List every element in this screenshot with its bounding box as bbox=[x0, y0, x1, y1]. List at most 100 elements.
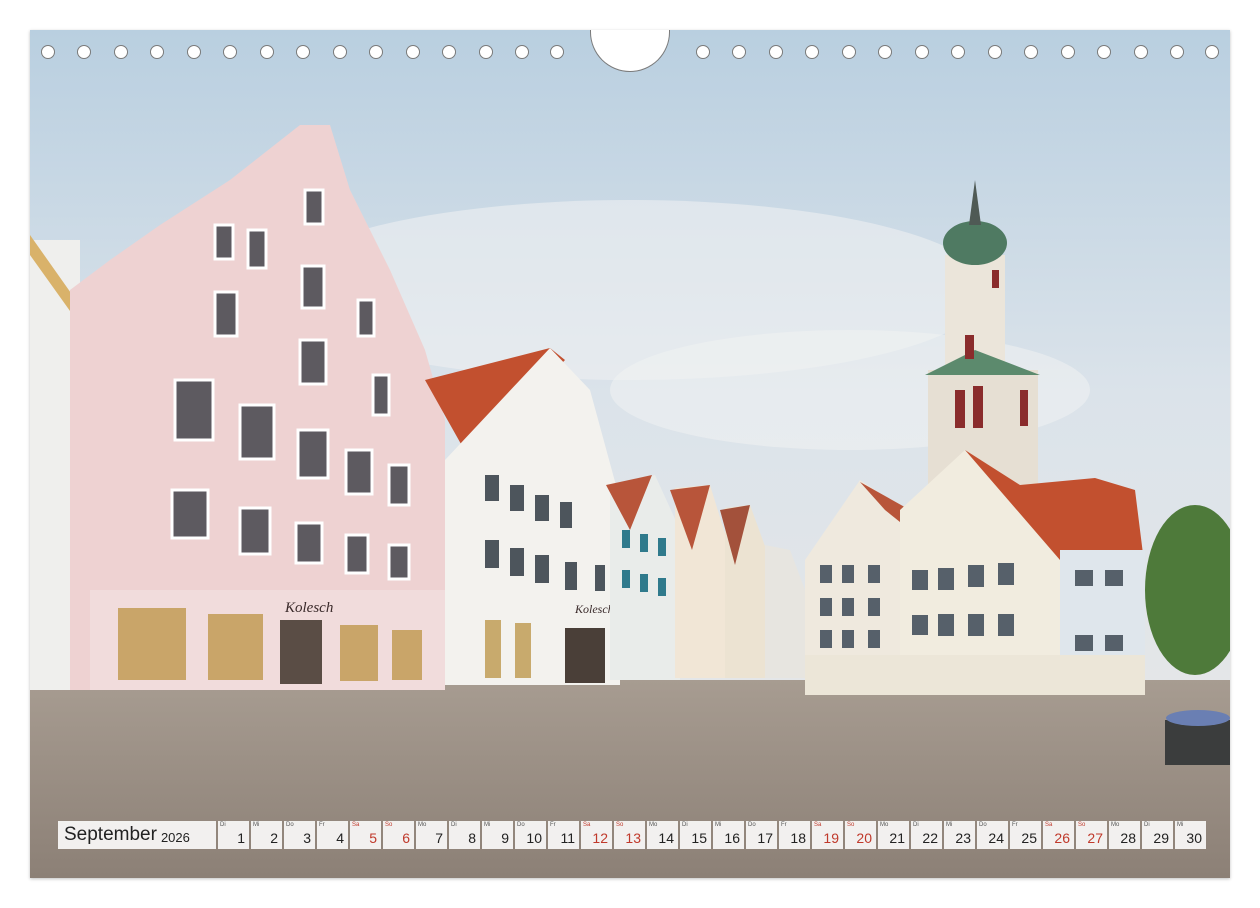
weekday-label: So bbox=[1078, 822, 1086, 828]
day-cell: Di 22 bbox=[911, 821, 942, 849]
day-number: 20 bbox=[856, 830, 872, 846]
day-cell: Fr 25 bbox=[1010, 821, 1041, 849]
weekday-label: Sa bbox=[814, 822, 822, 828]
weekday-label: Mo bbox=[418, 822, 427, 828]
day-cell: Di 8 bbox=[449, 821, 480, 849]
binding-hole bbox=[296, 45, 310, 59]
day-number: 12 bbox=[592, 830, 608, 846]
day-cell: Sa 26 bbox=[1043, 821, 1074, 849]
weekday-label: Mi bbox=[715, 822, 722, 828]
binding-hole bbox=[769, 45, 783, 59]
binding-hole bbox=[878, 45, 892, 59]
day-number: 16 bbox=[724, 830, 740, 846]
binding-hole bbox=[988, 45, 1002, 59]
weekday-label: Di bbox=[913, 822, 919, 828]
day-cell: Mo 28 bbox=[1109, 821, 1140, 849]
calendar-photo: Kolesch Kolesch bbox=[30, 30, 1230, 878]
day-cell: Do 17 bbox=[746, 821, 777, 849]
binding-hole bbox=[260, 45, 274, 59]
day-cell: Mi 30 bbox=[1175, 821, 1206, 849]
month-name: September bbox=[64, 824, 157, 845]
day-cell: Do 24 bbox=[977, 821, 1008, 849]
tower-green-dome bbox=[943, 221, 1007, 265]
weekday-label: Sa bbox=[583, 822, 591, 828]
month-year: 2026 bbox=[160, 829, 190, 845]
weekday-label: Mo bbox=[880, 822, 889, 828]
weekday-label: Sa bbox=[352, 822, 360, 828]
day-number: 5 bbox=[369, 830, 377, 846]
day-number: 30 bbox=[1186, 830, 1202, 846]
weekday-label: Fr bbox=[319, 822, 325, 828]
day-cell: So 27 bbox=[1076, 821, 1107, 849]
binding-hole bbox=[951, 45, 965, 59]
day-number: 29 bbox=[1153, 830, 1169, 846]
spiral-binding-holes bbox=[30, 30, 1230, 76]
binding-hole bbox=[1024, 45, 1038, 59]
shop-sign: Kolesch bbox=[574, 602, 614, 616]
day-cell: Sa 5 bbox=[350, 821, 381, 849]
binding-hole bbox=[77, 45, 91, 59]
day-number: 27 bbox=[1087, 830, 1103, 846]
weekday-label: So bbox=[847, 822, 855, 828]
binding-hole bbox=[41, 45, 55, 59]
day-number: 1 bbox=[237, 830, 245, 846]
binding-hole bbox=[1097, 45, 1111, 59]
day-cells: Di 1 Mi 2 Do 3 Fr 4 Sa 5 So 6 Mo 7 Di 8 Mi 9 Do 10 Fr 11 Sa 12 S… bbox=[218, 821, 1206, 849]
day-cell: Sa 12 bbox=[581, 821, 612, 849]
day-cell: So 6 bbox=[383, 821, 414, 849]
binding-hole bbox=[150, 45, 164, 59]
day-cell: Di 29 bbox=[1142, 821, 1173, 849]
day-cell: Di 15 bbox=[680, 821, 711, 849]
day-number: 25 bbox=[1021, 830, 1037, 846]
day-number: 7 bbox=[435, 830, 443, 846]
binding-hole bbox=[696, 45, 710, 59]
day-cell: Mi 2 bbox=[251, 821, 282, 849]
weekday-label: Fr bbox=[781, 822, 787, 828]
day-number: 13 bbox=[625, 830, 641, 846]
day-cell: Mo 14 bbox=[647, 821, 678, 849]
binding-hole bbox=[915, 45, 929, 59]
binding-hole bbox=[1061, 45, 1075, 59]
weekday-label: Do bbox=[286, 822, 294, 828]
day-cell: Do 3 bbox=[284, 821, 315, 849]
weekday-label: Sa bbox=[1045, 822, 1053, 828]
day-cell: Mo 21 bbox=[878, 821, 909, 849]
calendar-strip: September 2026 Di 1 Mi 2 Do 3 Fr 4 Sa 5 So 6 Mo 7 Di 8 M… bbox=[58, 821, 1206, 849]
day-cell: Mi 16 bbox=[713, 821, 744, 849]
day-number: 26 bbox=[1054, 830, 1070, 846]
weekday-label: Do bbox=[748, 822, 756, 828]
binding-hole bbox=[114, 45, 128, 59]
day-number: 11 bbox=[560, 830, 575, 846]
weekday-label: Fr bbox=[550, 822, 556, 828]
binding-hole bbox=[406, 45, 420, 59]
day-number: 28 bbox=[1120, 830, 1136, 846]
binding-hole bbox=[442, 45, 456, 59]
planter-flowers bbox=[1166, 710, 1230, 726]
binding-hole bbox=[479, 45, 493, 59]
month-label: September 2026 bbox=[58, 821, 216, 849]
weekday-label: Do bbox=[517, 822, 525, 828]
day-number: 23 bbox=[955, 830, 971, 846]
right-house-ground-floor bbox=[805, 655, 1145, 695]
weekday-label: Mi bbox=[946, 822, 953, 828]
day-cell: So 13 bbox=[614, 821, 645, 849]
day-cell: Fr 4 bbox=[317, 821, 348, 849]
weekday-label: Di bbox=[682, 822, 688, 828]
planter bbox=[1165, 720, 1230, 765]
day-number: 24 bbox=[988, 830, 1004, 846]
weekday-label: Mo bbox=[649, 822, 658, 828]
weekday-label: Mi bbox=[484, 822, 491, 828]
weekday-label: Mi bbox=[1177, 822, 1184, 828]
day-cell: Di 1 bbox=[218, 821, 249, 849]
day-number: 17 bbox=[757, 830, 773, 846]
town-square-photo: Kolesch Kolesch bbox=[30, 30, 1230, 878]
day-number: 22 bbox=[922, 830, 938, 846]
day-number: 21 bbox=[889, 830, 905, 846]
hanger-cutout bbox=[590, 30, 670, 72]
weekday-label: Fr bbox=[1012, 822, 1018, 828]
day-cell: Fr 18 bbox=[779, 821, 810, 849]
day-cell: Fr 11 bbox=[548, 821, 579, 849]
weekday-label: Mo bbox=[1111, 822, 1120, 828]
day-number: 6 bbox=[402, 830, 410, 846]
day-cell: Sa 19 bbox=[812, 821, 843, 849]
